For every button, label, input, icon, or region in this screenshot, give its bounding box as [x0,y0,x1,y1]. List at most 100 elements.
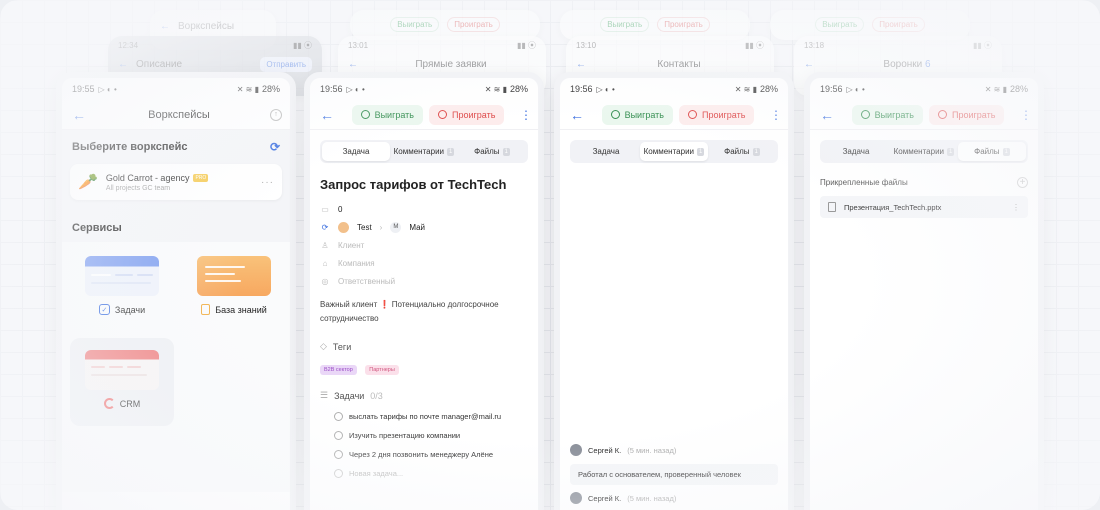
comments-count: 1 [447,147,455,156]
subtask-text: Через 2 дня позвонить менеджеру Алёне [349,450,494,460]
checkbox-circle-icon[interactable] [334,412,343,422]
phone-comments: 19:56 ▷ ◐ • ✕ ≋ ▮ 28% ← Выиграть Проиграть… [554,72,794,510]
lose-button[interactable]: Проиграть [678,104,755,125]
assignee-row[interactable]: ⟳ Test › M Май [310,218,538,236]
subtask-item[interactable]: Через 2 дня позвонить менеджеру Алёне [310,445,538,464]
more-dots-icon[interactable]: ··· [261,177,274,188]
tag-chip[interactable]: Партнеры [365,365,399,376]
sync-icon: ⟳ [321,222,329,232]
checkbox-circle-icon[interactable] [334,450,343,460]
stage-name: Май [409,222,426,232]
back-arrow-icon[interactable]: ← [568,107,586,123]
workspace-badge: PRO [193,173,209,182]
back-arrow-icon[interactable]: ← [818,107,836,123]
win-button[interactable]: Выиграть [601,104,673,125]
tab-comments[interactable]: Комментарии 1 [890,142,958,161]
ghost-title: Прямые заявки [415,58,487,70]
service-knowledge-base[interactable]: База знаний [182,256,286,315]
amount-value: 0 [338,204,343,214]
files-count: 1 [1002,147,1010,156]
ghost-title: Описание [136,58,183,70]
service-label: CRM [119,398,141,409]
status-bar: 19:55 ▷ ◐ • ✕ ≋ ▮ 28% [62,78,290,100]
battery-level: 28% [759,84,778,94]
app-bar: ← Выиграть Проиграть ⋮ [810,100,1038,130]
more-vertical-icon[interactable]: ⋮ [1020,108,1032,122]
choose-workspace-label: Выберите воркспейс [72,141,188,153]
tab-label: Комментарии [643,147,695,156]
tag-chip[interactable]: B2B сектор [320,365,357,376]
tab-files[interactable]: Файлы 1 [708,142,776,161]
ghost-title: Контакты [657,58,701,70]
tab-label: Комментарии [893,147,945,156]
status-bar: 19:56 ▷ ◐ • ✕ ≋ ▮ 28% [310,78,538,100]
ghost-send-button: Отправить [260,56,312,72]
stage-avatar: M [390,221,402,233]
responsible-placeholder: Ответственный [338,276,396,286]
subtask-text: Изучить презентацию компании [349,431,461,441]
avatar [338,221,349,233]
upload-icon[interactable]: ↑ [270,108,282,121]
back-arrow-icon[interactable]: ← [318,107,336,123]
signal-icon: ✕ ≋ ▮ [734,84,757,94]
app-bar: ← Воркспейсы ↑ [62,100,290,130]
tab-task[interactable]: Задача [572,142,640,161]
file-item[interactable]: Презентация_TechTech.pptx ⋮ [820,196,1028,218]
ghost-win-chip: Выиграть [600,16,650,32]
refresh-icon[interactable]: ⟳ [270,140,280,154]
files-count: 1 [752,147,760,156]
subtask-item[interactable]: выслать тарифы по почте manager@mail.ru [310,407,538,426]
ghost-time: 12:34 [118,40,139,50]
service-tasks[interactable]: ✓ Задачи [70,256,174,315]
more-vertical-icon[interactable]: ⋮ [770,108,782,122]
win-label: Выиграть [624,109,664,120]
new-task-placeholder: Новая задача... [349,469,404,479]
more-vertical-icon[interactable]: ⋮ [1012,203,1020,212]
comment-item: Сергей К. (5 мин. назад) Работал с основа… [570,444,778,485]
signal-icon: ✕ ≋ ▮ [984,84,1007,94]
ghost-time: 13:10 [576,40,597,50]
phone-files: 19:56 ▷ ◐ • ✕ ≋ ▮ 28% ← Выиграть Проиграть… [804,72,1044,510]
tab-bar: Задача Комментарии 1 Файлы 1 [320,140,528,163]
lose-button[interactable]: Проиграть [928,104,1005,125]
win-label: Выиграть [874,109,914,120]
responsible-row[interactable]: ◎ Ответственный [310,272,538,290]
wallet-icon: ▭ [321,204,329,214]
tab-bar: Задача Комментарии 1 Файлы 1 [570,140,778,163]
tab-files[interactable]: Файлы 1 [958,142,1026,161]
tab-comments[interactable]: Комментарии 1 [640,142,708,161]
comment-author: Сергей К. [588,445,622,455]
knowledge-thumbnail [197,256,271,296]
lose-label: Проиграть [701,109,746,120]
tab-files[interactable]: Файлы 1 [458,142,526,161]
file-name: Презентация_TechTech.pptx [844,202,942,212]
comments-count: 1 [697,147,705,156]
ghost-time: 13:01 [348,40,369,50]
task-title: Запрос тарифов от TechTech [320,177,507,192]
ghost-title: Воронки [883,58,923,70]
desc-part-1: Важный клиент [320,300,378,309]
ghost-win-chip: Выиграть [815,16,865,32]
company-row[interactable]: ⌂ Компания [310,254,538,272]
client-row[interactable]: ♙ Клиент [310,236,538,254]
win-button[interactable]: Выиграть [351,104,423,125]
amount-row[interactable]: ▭ 0 [310,200,538,218]
user-name: Test [357,222,372,232]
subtask-item[interactable]: Изучить презентацию компании [310,426,538,445]
add-file-icon[interactable]: + [1017,177,1028,188]
tab-task[interactable]: Задача [322,142,390,161]
checkbox-circle-icon[interactable] [334,431,343,441]
service-crm[interactable]: CRM [70,338,174,426]
tab-comments[interactable]: Комментарии 1 [390,142,458,161]
workspace-card[interactable]: 🥕 Gold Carrot - agency PRO All projects G… [70,164,282,200]
back-arrow-icon[interactable]: ← [70,107,88,123]
more-vertical-icon[interactable]: ⋮ [520,108,532,122]
tab-task[interactable]: Задача [822,142,890,161]
ghost-lose-chip: Проиграть [872,16,925,32]
new-subtask-input[interactable]: Новая задача... [310,464,538,483]
tab-label: Файлы [724,147,750,156]
lose-button[interactable]: Проиграть [428,104,505,125]
win-button[interactable]: Выиграть [851,104,923,125]
lose-circle-icon [937,110,947,119]
ghost-lose-chip: Проиграть [657,16,710,32]
